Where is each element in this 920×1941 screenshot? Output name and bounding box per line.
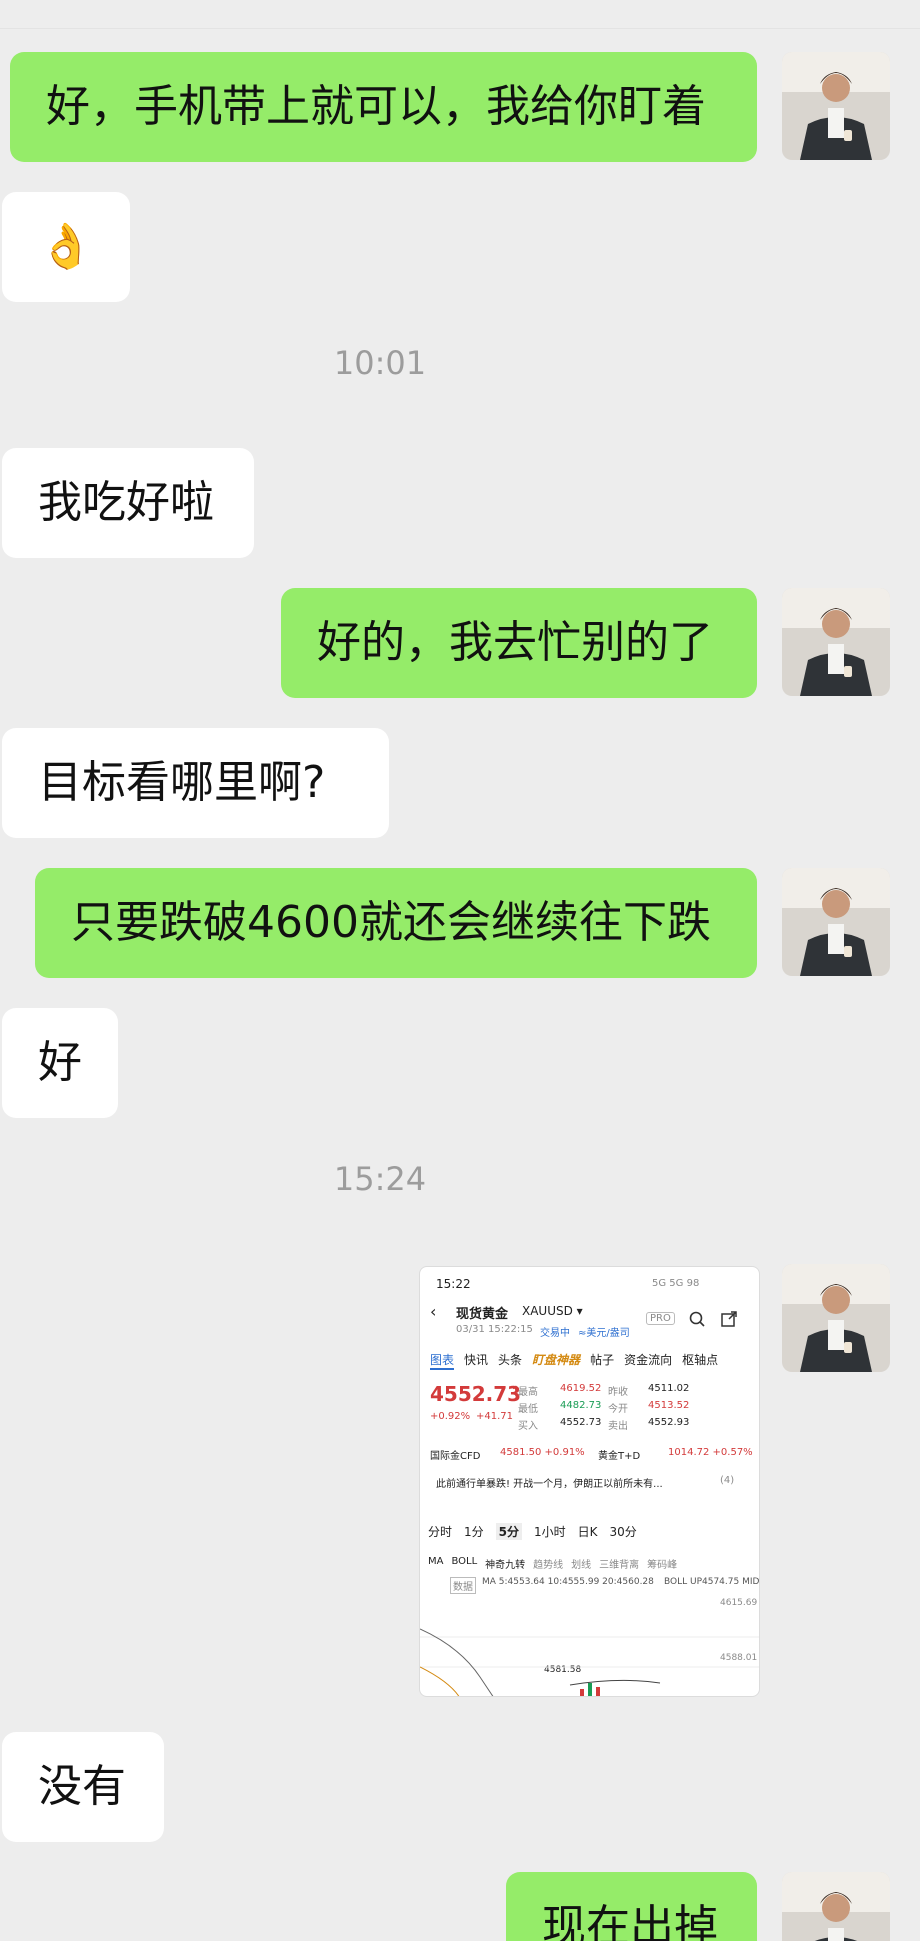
- avatar-self[interactable]: [782, 1872, 890, 1941]
- related-value: 4581.50 +0.91%: [500, 1447, 585, 1458]
- avatar-photo-icon: [782, 52, 890, 160]
- avatar-photo-icon: [782, 1872, 890, 1941]
- message-bubble-outgoing[interactable]: 现在出掉: [506, 1872, 757, 1941]
- message-text: 好的，我去忙别的了: [317, 617, 713, 668]
- message-bubble-incoming[interactable]: 👌: [2, 192, 130, 302]
- last-price: 4552.73: [430, 1382, 522, 1406]
- chat-window: 好，手机带上就可以，我给你盯着 👌 10:01 我吃好啦 好的，我去忙别的了 目…: [0, 0, 920, 1941]
- quote-tabs: 图表 快讯 头条 盯盘神器 帖子 资金流向 枢轴点: [430, 1351, 759, 1370]
- avatar-photo-icon: [782, 588, 890, 696]
- stat-prev-close: 4511.02: [648, 1383, 690, 1394]
- back-icon[interactable]: ‹: [430, 1302, 436, 1321]
- search-icon[interactable]: [688, 1310, 706, 1328]
- stat-label: 最低: [518, 1404, 538, 1415]
- indicator-tab[interactable]: MA: [428, 1556, 443, 1571]
- indicator-tab[interactable]: 三维背离: [599, 1556, 639, 1571]
- status-indicators: 5G 5G 98: [652, 1278, 700, 1289]
- stat-bid: 4552.73: [560, 1417, 602, 1428]
- stat-label: 昨收: [608, 1387, 628, 1398]
- tab-news-flash[interactable]: 快讯: [464, 1351, 488, 1370]
- indicator-tab[interactable]: 筹码峰: [647, 1556, 677, 1571]
- ok-hand-emoji: 👌: [38, 221, 94, 272]
- avatar-self[interactable]: [782, 52, 890, 160]
- period-tab[interactable]: 分时: [428, 1523, 452, 1540]
- related-value: 1014.72 +0.57%: [668, 1447, 753, 1458]
- news-count: (4): [720, 1475, 735, 1486]
- message-bubble-incoming[interactable]: 我吃好啦: [2, 448, 254, 558]
- stat-label: 今开: [608, 1404, 628, 1415]
- message-bubble-incoming[interactable]: 没有: [2, 1732, 164, 1842]
- change-percent: +0.92%: [430, 1411, 471, 1422]
- indicator-tab[interactable]: BOLL: [451, 1556, 477, 1571]
- tab-pivot[interactable]: 枢轴点: [682, 1351, 718, 1370]
- timestamp: 10:01: [333, 344, 427, 382]
- period-tab[interactable]: 30分: [610, 1523, 637, 1540]
- message-text: 我吃好啦: [38, 477, 214, 528]
- price-unit: ≈美元/盎司: [578, 1328, 630, 1339]
- stat-label: 最高: [518, 1387, 538, 1398]
- related-name[interactable]: 黄金T+D: [598, 1447, 640, 1462]
- avatar-self[interactable]: [782, 868, 890, 976]
- stat-high: 4619.52: [560, 1383, 602, 1394]
- stat-label: 卖出: [608, 1421, 628, 1432]
- message-bubble-incoming[interactable]: 目标看哪里啊?: [2, 728, 389, 838]
- boll-values: BOLL UP4574.75 MID45: [664, 1577, 760, 1587]
- avatar-self[interactable]: [782, 588, 890, 696]
- indicator-bar: MA BOLL 神奇九转 趋势线 划线 三维背离 筹码峰: [428, 1556, 759, 1571]
- stat-low: 4482.73: [560, 1400, 602, 1411]
- status-time: 15:22: [436, 1277, 471, 1291]
- instrument-symbol[interactable]: XAUUSD ▾: [522, 1304, 583, 1318]
- image-message-screenshot[interactable]: 15:22 5G 5G 98 ‹ 现货黄金 XAUUSD ▾ 03/31 15:…: [419, 1266, 760, 1697]
- instrument-name: 现货黄金: [456, 1307, 509, 1322]
- share-icon[interactable]: [720, 1310, 738, 1328]
- indicator-tab[interactable]: 神奇九转: [485, 1556, 525, 1571]
- indicator-tab[interactable]: 划线: [571, 1556, 591, 1571]
- trading-state: 交易中: [540, 1328, 570, 1339]
- avatar-self[interactable]: [782, 1264, 890, 1372]
- message-text: 好，手机带上就可以，我给你盯着: [46, 81, 706, 132]
- tab-fund-flow[interactable]: 资金流向: [624, 1351, 672, 1370]
- message-bubble-outgoing[interactable]: 好，手机带上就可以，我给你盯着: [10, 52, 757, 162]
- tab-headlines[interactable]: 头条: [498, 1351, 522, 1370]
- change-amount: +41.71: [476, 1411, 514, 1422]
- timestamp: 15:24: [333, 1160, 427, 1198]
- period-tabs: 分时 1分 5分 1小时 日K 30分: [428, 1523, 728, 1540]
- message-bubble-outgoing[interactable]: 好的，我去忙别的了: [281, 588, 757, 698]
- ma-data-label[interactable]: 数据: [450, 1577, 476, 1594]
- message-text: 没有: [38, 1761, 126, 1812]
- stat-label: 买入: [518, 1421, 538, 1432]
- period-tab[interactable]: 1分: [464, 1523, 484, 1540]
- avatar-photo-icon: [782, 868, 890, 976]
- message-text: 好: [38, 1037, 82, 1088]
- top-divider: [0, 28, 920, 29]
- avatar-photo-icon: [782, 1264, 890, 1372]
- message-bubble-incoming[interactable]: 好: [2, 1008, 118, 1118]
- message-bubble-outgoing[interactable]: 只要跌破4600就还会继续往下跌: [35, 868, 757, 978]
- stat-open: 4513.52: [648, 1400, 690, 1411]
- period-tab[interactable]: 日K: [578, 1523, 598, 1540]
- tab-chart[interactable]: 图表: [430, 1351, 455, 1370]
- stat-ask: 4552.93: [648, 1417, 690, 1428]
- indicator-tab[interactable]: 趋势线: [533, 1556, 563, 1571]
- period-tab-active[interactable]: 5分: [495, 1523, 523, 1540]
- candlestick-chart[interactable]: [420, 1607, 760, 1697]
- ma-values: MA 5:4553.64 10:4555.99 20:4560.28: [482, 1577, 654, 1587]
- message-text: 现在出掉: [542, 1901, 718, 1941]
- period-tab[interactable]: 1小时: [534, 1523, 566, 1540]
- quote-datetime: 03/31 15:22:15: [456, 1324, 533, 1335]
- message-text: 目标看哪里啊?: [38, 757, 326, 808]
- related-name[interactable]: 国际金CFD: [430, 1447, 480, 1462]
- tab-monitor[interactable]: 盯盘神器: [532, 1351, 580, 1370]
- pro-badge[interactable]: PRO: [646, 1312, 675, 1325]
- news-headline[interactable]: 此前通行单暴跌! 开战一个月，伊朗正以前所未有...: [436, 1475, 701, 1490]
- message-text: 只要跌破4600就还会继续往下跌: [71, 897, 711, 948]
- tab-posts[interactable]: 帖子: [590, 1351, 614, 1370]
